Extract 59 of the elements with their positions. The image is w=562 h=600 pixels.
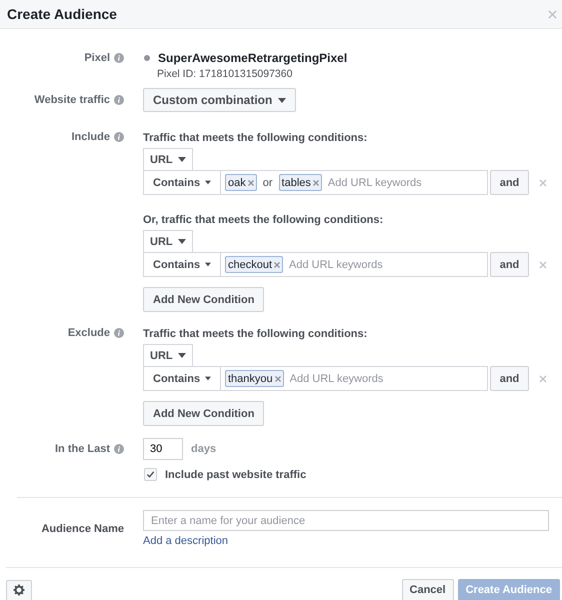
- field-dropdown[interactable]: URL: [143, 230, 193, 252]
- info-icon: [114, 53, 124, 63]
- pixel-status-dot: [144, 55, 150, 61]
- condition-heading: Traffic that meets the following conditions:: [143, 328, 368, 340]
- caret-icon: [178, 157, 186, 162]
- checkbox-label: Include past website traffic: [165, 468, 306, 480]
- info-icon: [114, 95, 124, 105]
- field-label: Pixel: [84, 51, 110, 65]
- remove-icon[interactable]: [248, 180, 254, 186]
- field-label: In the Last: [54, 442, 110, 456]
- info-icon: [114, 132, 124, 142]
- close-icon[interactable]: [548, 10, 557, 18]
- field-label: Audience Name: [41, 522, 124, 536]
- add-condition-button[interactable]: Add New Condition: [143, 287, 264, 312]
- condition-heading: Or, traffic that meets the following conditions:: [143, 214, 384, 226]
- keyword-text: tables: [282, 176, 311, 188]
- field-dropdown[interactable]: URL: [143, 344, 193, 366]
- add-description-link[interactable]: Add a description: [143, 535, 228, 547]
- remove-icon[interactable]: [274, 376, 281, 382]
- field-label: Exclude: [68, 326, 110, 340]
- caret-icon: [178, 353, 186, 358]
- close-icon[interactable]: [539, 374, 547, 382]
- pixel-id: Pixel ID: 1718101315097360: [157, 68, 292, 80]
- remove-icon[interactable]: [274, 262, 280, 268]
- checkbox[interactable]: [144, 468, 157, 481]
- audience-name-input[interactable]: Enter a name for your audience: [143, 510, 549, 531]
- and-button[interactable]: and: [490, 170, 529, 195]
- and-button[interactable]: and: [490, 252, 529, 277]
- keyword-text: checkout: [228, 258, 272, 270]
- info-icon: [114, 444, 124, 454]
- remove-icon[interactable]: [312, 180, 319, 186]
- settings-button[interactable]: [6, 580, 32, 600]
- condition-heading: Traffic that meets the following conditions:: [143, 132, 368, 144]
- keyword-field[interactable]: Contains oak or tables Add URL keywords: [143, 170, 488, 195]
- and-button[interactable]: and: [490, 366, 529, 391]
- close-icon[interactable]: [539, 178, 547, 186]
- unit-label: days: [191, 443, 216, 455]
- traffic-dropdown[interactable]: Custom combination: [143, 88, 296, 112]
- keyword-field[interactable]: Contains checkout Add URL keywords: [143, 252, 488, 277]
- add-condition-button[interactable]: Add New Condition: [143, 401, 264, 426]
- keyword-text: thankyou: [228, 372, 273, 384]
- caret-icon: [178, 239, 186, 244]
- keyword-field[interactable]: Contains thankyou Add URL keywords: [143, 366, 488, 391]
- separator-text: or: [262, 176, 273, 188]
- keyword-text: oak: [228, 176, 246, 188]
- days-input[interactable]: 30: [143, 438, 183, 460]
- caret-icon: [278, 98, 286, 102]
- dialog-title: Create Audience: [7, 6, 117, 22]
- caret-icon: [205, 376, 211, 381]
- caret-icon: [205, 180, 211, 185]
- caret-icon: [205, 262, 211, 267]
- settings-icon: [13, 584, 25, 596]
- close-icon[interactable]: [539, 260, 547, 268]
- field-label: Include: [71, 130, 110, 144]
- info-icon: [114, 328, 124, 338]
- pixel-name: SuperAwesomeRetrargetingPixel: [158, 51, 348, 65]
- field-label: Website traffic: [34, 93, 110, 107]
- cancel-button[interactable]: Cancel: [402, 579, 454, 600]
- field-dropdown[interactable]: URL: [143, 148, 193, 170]
